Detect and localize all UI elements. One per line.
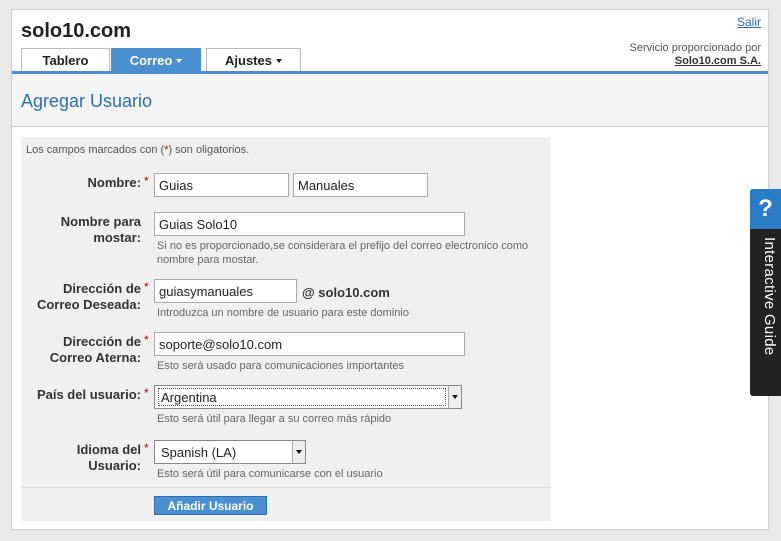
- display-name-input[interactable]: [154, 212, 465, 236]
- required-star: *: [144, 174, 149, 188]
- last-name-input[interactable]: [293, 173, 428, 197]
- chevron-down-icon: [275, 58, 282, 63]
- language-select-value: Spanish (LA): [161, 445, 237, 460]
- provider-text: Servicio proporcionado por: [629, 42, 761, 54]
- add-user-form: Los campos marcados con (*) son oligator…: [21, 137, 551, 521]
- first-name-input[interactable]: [154, 173, 289, 197]
- provider-name-link[interactable]: Solo10.com S.A.: [675, 55, 761, 67]
- interactive-guide-tab[interactable]: ? Interactive Guide: [750, 189, 781, 396]
- tab-correo[interactable]: Correo: [111, 48, 201, 71]
- alternate-email-help: Esto será usado para comunicaciones impo…: [157, 360, 405, 372]
- tab-label: Correo: [129, 53, 173, 68]
- tab-label: Ajustes: [225, 53, 272, 68]
- required-star: *: [144, 441, 149, 455]
- required-star: *: [144, 333, 149, 347]
- desired-email-help: Introduzca un nombre de usuario para est…: [157, 307, 409, 319]
- required-star: *: [144, 280, 149, 294]
- required-star: *: [144, 386, 149, 400]
- country-select[interactable]: Argentina: [154, 385, 462, 409]
- add-user-button[interactable]: Añadir Usuario: [154, 496, 267, 515]
- desired-email-input[interactable]: [154, 279, 297, 303]
- chevron-down-icon: [176, 58, 183, 63]
- email-domain: @ solo10.com: [302, 285, 390, 300]
- country-select-value: Argentina: [161, 390, 217, 405]
- country-label: País del usuario:: [36, 387, 141, 402]
- page-title: Agregar Usuario: [21, 91, 153, 111]
- question-icon: ?: [750, 189, 781, 229]
- required-note: Los campos marcados con (*) son oligator…: [26, 144, 250, 156]
- provider-info: Servicio proporcionado por Solo10.com S.…: [630, 42, 761, 68]
- language-label: Idioma del Usuario:: [76, 442, 141, 473]
- country-help: Esto será útil para llegar a su correo m…: [157, 413, 392, 425]
- logout-link[interactable]: Salir: [737, 15, 761, 29]
- tab-tablero[interactable]: Tablero: [21, 48, 110, 71]
- alternate-email-input[interactable]: [154, 332, 465, 356]
- form-divider: [21, 487, 551, 488]
- display-name-help: Si no es proporcionado,se considerara el…: [157, 240, 529, 266]
- chevron-down-icon: [292, 441, 305, 463]
- app-window: solo10.com Salir Servicio proporcionado …: [11, 9, 769, 530]
- first-name-label: Nombre:: [87, 175, 141, 190]
- language-select[interactable]: Spanish (LA): [154, 440, 306, 464]
- alternate-email-label: Dirección de Correo Aterna:: [49, 334, 141, 365]
- tab-label: Tablero: [42, 53, 89, 68]
- tab-ajustes[interactable]: Ajustes: [206, 48, 301, 71]
- chevron-down-icon: [448, 386, 461, 408]
- desired-email-label: Dirección de Correo Deseada:: [36, 281, 141, 312]
- language-help: Esto será útil para comunicarse con el u…: [157, 468, 383, 480]
- brand-title: solo10.com: [21, 20, 132, 42]
- interactive-guide-label: Interactive Guide: [761, 237, 778, 356]
- display-name-label: Nombre para mostar:: [60, 214, 141, 245]
